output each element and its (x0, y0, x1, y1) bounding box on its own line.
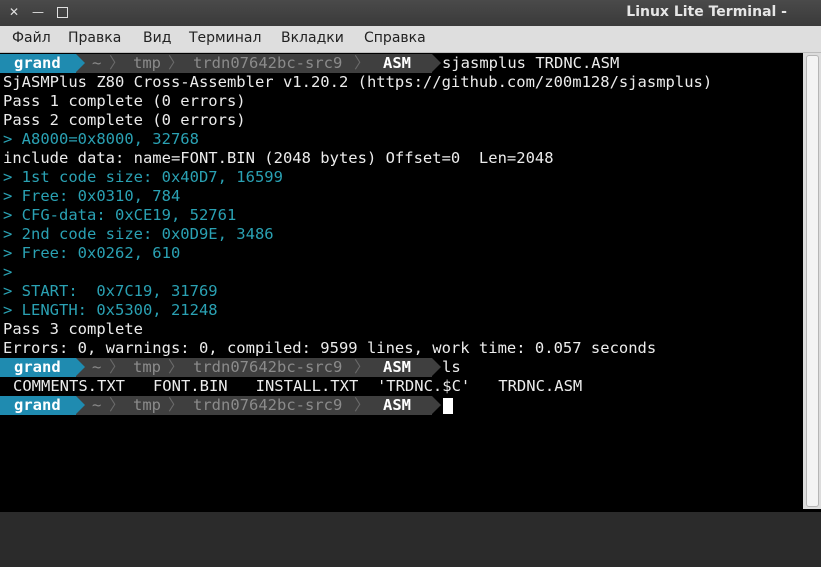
ls-output: COMMENTS.TXT FONT.BIN INSTALL.TXT 'TRDNC… (13, 377, 583, 395)
prompt-dir-tmp: tmp (133, 54, 161, 72)
powerline-arrow-icon (432, 54, 441, 72)
menu-tabs[interactable]: Вкладки (281, 30, 344, 46)
chevron-right-icon: 〉 (168, 358, 184, 376)
output-line: Pass 1 complete (0 errors) (3, 92, 246, 110)
menu-help[interactable]: Справка (364, 30, 426, 46)
output-line: > Free: 0x0262, 610 (3, 244, 181, 262)
output-line: Errors: 0, warnings: 0, compiled: 9599 l… (3, 339, 657, 357)
prompt-cwd: ASM (383, 396, 411, 414)
powerline-arrow-icon (432, 358, 441, 376)
chevron-right-icon: 〉 (109, 54, 125, 72)
prompt-line: grand ~ 〉 tmp 〉 trdn07642bc-src9 〉 ASM (0, 396, 803, 415)
menu-terminal[interactable]: Терминал (189, 30, 261, 46)
scrollbar-thumb[interactable] (806, 55, 819, 507)
command-text: ls (442, 358, 461, 376)
output-line: > LENGTH: 0x5300, 21248 (3, 301, 218, 319)
minimize-icon[interactable]: — (32, 6, 44, 18)
output-line: > 1st code size: 0x40D7, 16599 (3, 168, 283, 186)
output-line: > START: 0x7C19, 31769 (3, 282, 218, 300)
prompt-user: grand (0, 54, 76, 73)
prompt-user: grand (0, 358, 76, 377)
prompt-dir-src: trdn07642bc-src9 (193, 396, 343, 414)
prompt-user: grand (0, 396, 76, 415)
prompt-dir-src: trdn07642bc-src9 (193, 54, 343, 72)
terminal-window: ✕ — Linux Lite Terminal - Файл Правка Ви… (0, 0, 821, 512)
window-title: Linux Lite Terminal - (626, 4, 787, 20)
title-bar[interactable]: ✕ — Linux Lite Terminal - (0, 0, 821, 26)
prompt-home: ~ (92, 396, 102, 414)
prompt-path: ~ 〉 tmp 〉 trdn07642bc-src9 〉 ASM (76, 54, 432, 73)
output-line: > 2nd code size: 0x0D9E, 3486 (3, 225, 274, 243)
prompt-dir-tmp: tmp (133, 358, 161, 376)
chevron-right-icon: 〉 (354, 396, 370, 414)
output-line: Pass 2 complete (0 errors) (3, 111, 246, 129)
prompt-line: grand ~ 〉 tmp 〉 trdn07642bc-src9 〉 ASM l… (0, 358, 803, 377)
powerline-arrow-icon (76, 358, 85, 376)
command-text: sjasmplus TRDNC.ASM (442, 54, 620, 72)
prompt-path: ~ 〉 tmp 〉 trdn07642bc-src9 〉 ASM (76, 358, 432, 377)
powerline-arrow-icon (76, 396, 85, 414)
menu-bar: Файл Правка Вид Терминал Вкладки Справка (0, 26, 821, 53)
prompt-dir-src: trdn07642bc-src9 (193, 358, 343, 376)
chevron-right-icon: 〉 (168, 396, 184, 414)
prompt-home: ~ (92, 54, 102, 72)
chevron-right-icon: 〉 (109, 358, 125, 376)
output-line: > CFG-data: 0xCE19, 52761 (3, 206, 237, 224)
prompt-cwd: ASM (383, 54, 411, 72)
output-line: include data: name=FONT.BIN (2048 bytes)… (3, 149, 554, 167)
terminal-output[interactable]: grand ~ 〉 tmp 〉 trdn07642bc-src9 〉 ASM s… (0, 53, 803, 509)
output-line: > A8000=0x8000, 32768 (3, 130, 199, 148)
prompt-line: grand ~ 〉 tmp 〉 trdn07642bc-src9 〉 ASM s… (0, 54, 803, 73)
output-line: Pass 3 complete (3, 320, 143, 338)
prompt-home: ~ (92, 358, 102, 376)
close-icon[interactable]: ✕ (8, 6, 20, 18)
menu-edit[interactable]: Правка (68, 30, 121, 46)
output-line: > Free: 0x0310, 784 (3, 187, 181, 205)
maximize-icon[interactable] (56, 6, 68, 18)
output-line: > (3, 263, 13, 281)
chevron-right-icon: 〉 (109, 396, 125, 414)
prompt-cwd: ASM (383, 358, 411, 376)
prompt-path: ~ 〉 tmp 〉 trdn07642bc-src9 〉 ASM (76, 396, 432, 415)
chevron-right-icon: 〉 (168, 54, 184, 72)
chevron-right-icon: 〉 (354, 358, 370, 376)
scrollbar[interactable] (803, 53, 821, 509)
menu-file[interactable]: Файл (12, 30, 51, 46)
menu-view[interactable]: Вид (143, 30, 171, 46)
powerline-arrow-icon (432, 396, 441, 414)
chevron-right-icon: 〉 (354, 54, 370, 72)
powerline-arrow-icon (76, 54, 85, 72)
prompt-dir-tmp: tmp (133, 396, 161, 414)
text-cursor (443, 398, 453, 414)
output-line: SjASMPlus Z80 Cross-Assembler v1.20.2 (h… (3, 73, 713, 91)
